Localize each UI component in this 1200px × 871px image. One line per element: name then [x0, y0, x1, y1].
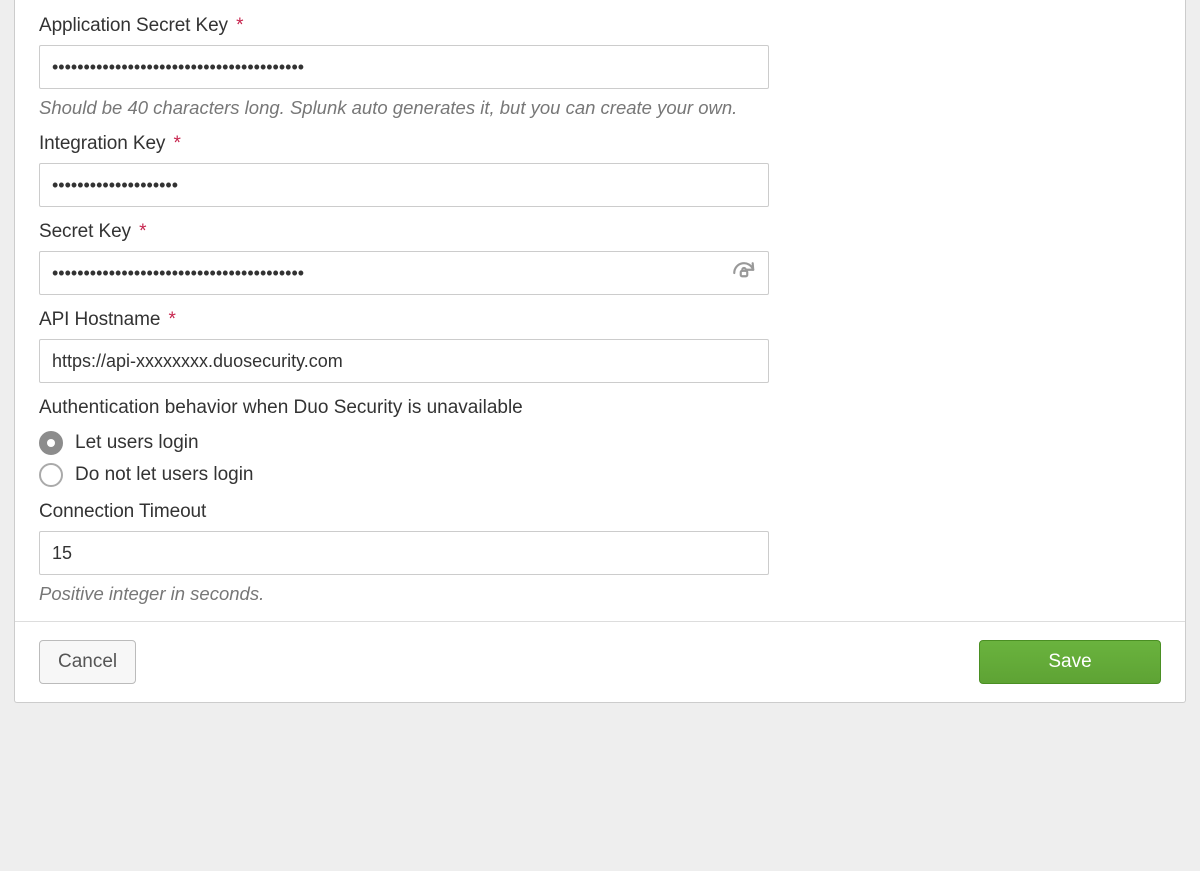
required-marker: * [174, 133, 181, 154]
required-marker: * [139, 221, 146, 242]
radio-icon [39, 463, 63, 487]
label-text: Secret Key [39, 221, 131, 242]
connection-timeout-input[interactable] [39, 531, 769, 575]
integration-key-input[interactable] [39, 163, 769, 207]
radio-icon [39, 431, 63, 455]
duo-settings-panel: Application Secret Key * Should be 40 ch… [14, 0, 1186, 703]
field-api-hostname: API Hostname * [39, 309, 1161, 383]
auth-behavior-label: Authentication behavior when Duo Securit… [39, 397, 1161, 419]
label-text: Integration Key [39, 133, 165, 154]
field-integration-key: Integration Key * [39, 133, 1161, 207]
field-secret-key: Secret Key * [39, 221, 1161, 295]
connection-timeout-help: Positive integer in seconds. [39, 583, 859, 605]
label-text: API Hostname [39, 309, 160, 330]
field-app-secret-key: Application Secret Key * Should be 40 ch… [39, 15, 1161, 119]
panel-body: Application Secret Key * Should be 40 ch… [15, 0, 1185, 621]
integration-key-label: Integration Key * [39, 133, 1161, 155]
panel-footer: Cancel Save [15, 621, 1185, 702]
radio-label: Let users login [75, 432, 199, 454]
input-wrap [39, 339, 769, 383]
input-wrap [39, 251, 769, 295]
save-button[interactable]: Save [979, 640, 1161, 684]
secret-key-label: Secret Key * [39, 221, 1161, 243]
connection-timeout-label: Connection Timeout [39, 501, 1161, 523]
app-secret-key-help: Should be 40 characters long. Splunk aut… [39, 97, 859, 119]
input-wrap [39, 531, 769, 575]
required-marker: * [236, 15, 243, 36]
auth-behavior-option-deny[interactable]: Do not let users login [39, 463, 1161, 487]
button-label: Save [1048, 651, 1091, 673]
field-auth-behavior: Authentication behavior when Duo Securit… [39, 397, 1161, 487]
input-wrap [39, 45, 769, 89]
auth-behavior-options: Let users login Do not let users login [39, 431, 1161, 487]
api-hostname-label: API Hostname * [39, 309, 1161, 331]
api-hostname-input[interactable] [39, 339, 769, 383]
app-secret-key-label: Application Secret Key * [39, 15, 1161, 37]
radio-label: Do not let users login [75, 464, 254, 486]
field-connection-timeout: Connection Timeout Positive integer in s… [39, 501, 1161, 605]
secret-key-input[interactable] [39, 251, 769, 295]
auth-behavior-option-allow[interactable]: Let users login [39, 431, 1161, 455]
input-wrap [39, 163, 769, 207]
label-text: Application Secret Key [39, 15, 228, 36]
required-marker: * [169, 309, 176, 330]
cancel-button[interactable]: Cancel [39, 640, 136, 684]
app-secret-key-input[interactable] [39, 45, 769, 89]
label-text: Connection Timeout [39, 501, 206, 522]
button-label: Cancel [58, 651, 117, 673]
